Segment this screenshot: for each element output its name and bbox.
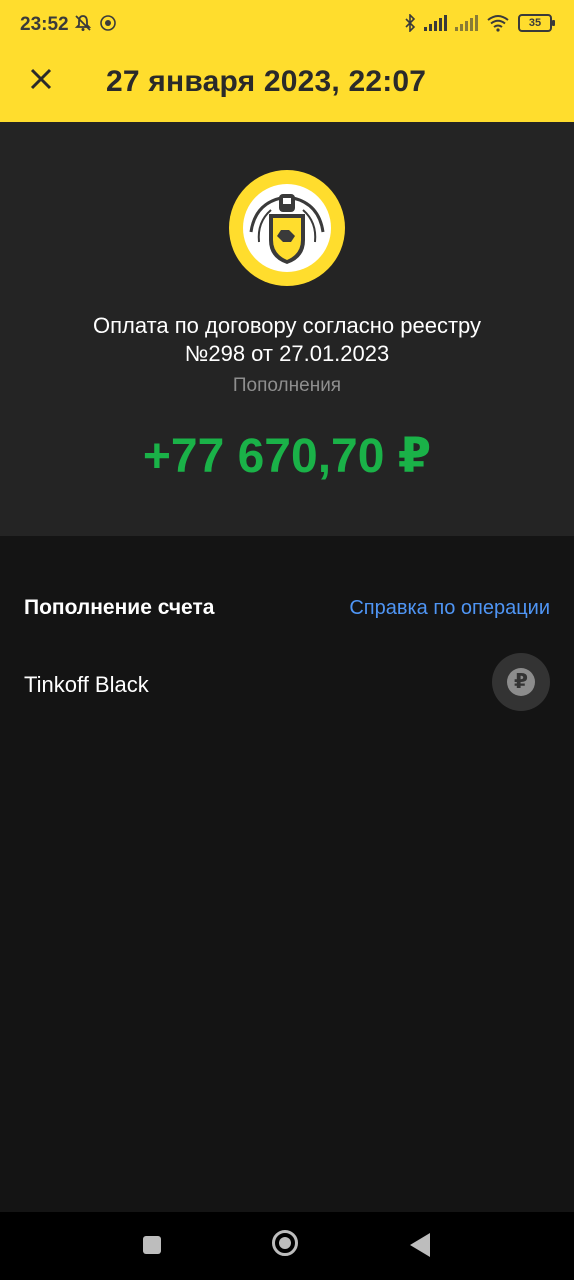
recents-icon[interactable] xyxy=(143,1236,161,1254)
account-icon[interactable]: ₽ xyxy=(492,653,550,711)
page-title: 27 января 2023, 22:07 xyxy=(106,65,427,98)
operation-category: Пополнения xyxy=(232,375,342,396)
wifi-icon xyxy=(487,15,509,32)
account-name[interactable]: Tinkoff Black xyxy=(24,672,149,698)
signal-icon xyxy=(455,15,478,31)
close-button[interactable] xyxy=(22,60,62,100)
bell-muted-icon xyxy=(74,15,92,31)
close-icon[interactable] xyxy=(22,60,62,100)
battery-icon: 35 xyxy=(518,14,555,32)
operation-amount: +77 670,70 ₽ xyxy=(142,430,432,483)
status-icons-left xyxy=(74,14,118,32)
bank-logo xyxy=(229,170,345,286)
bank-crest-icon xyxy=(243,184,331,272)
home-icon[interactable] xyxy=(272,1230,298,1256)
operation-description: Оплата по договору согласно реестру №298… xyxy=(92,313,482,366)
header: 27 января 2023, 22:07 xyxy=(0,40,574,122)
section-title: Пополнение счета xyxy=(24,596,215,619)
bluetooth-icon xyxy=(405,14,416,32)
system-nav-bar xyxy=(0,1212,574,1280)
status-bar: 23:52 35 xyxy=(0,0,574,40)
signal-icon xyxy=(424,15,447,31)
ruble-icon: ₽ xyxy=(507,668,535,696)
status-icons-right: 35 xyxy=(404,14,555,32)
status-time: 23:52 xyxy=(20,14,69,35)
back-icon[interactable] xyxy=(410,1233,430,1257)
app-icon xyxy=(100,15,116,31)
operation-summary: Оплата по договору согласно реестру №298… xyxy=(0,122,574,536)
operation-help-link[interactable]: Справка по операции xyxy=(349,597,550,620)
